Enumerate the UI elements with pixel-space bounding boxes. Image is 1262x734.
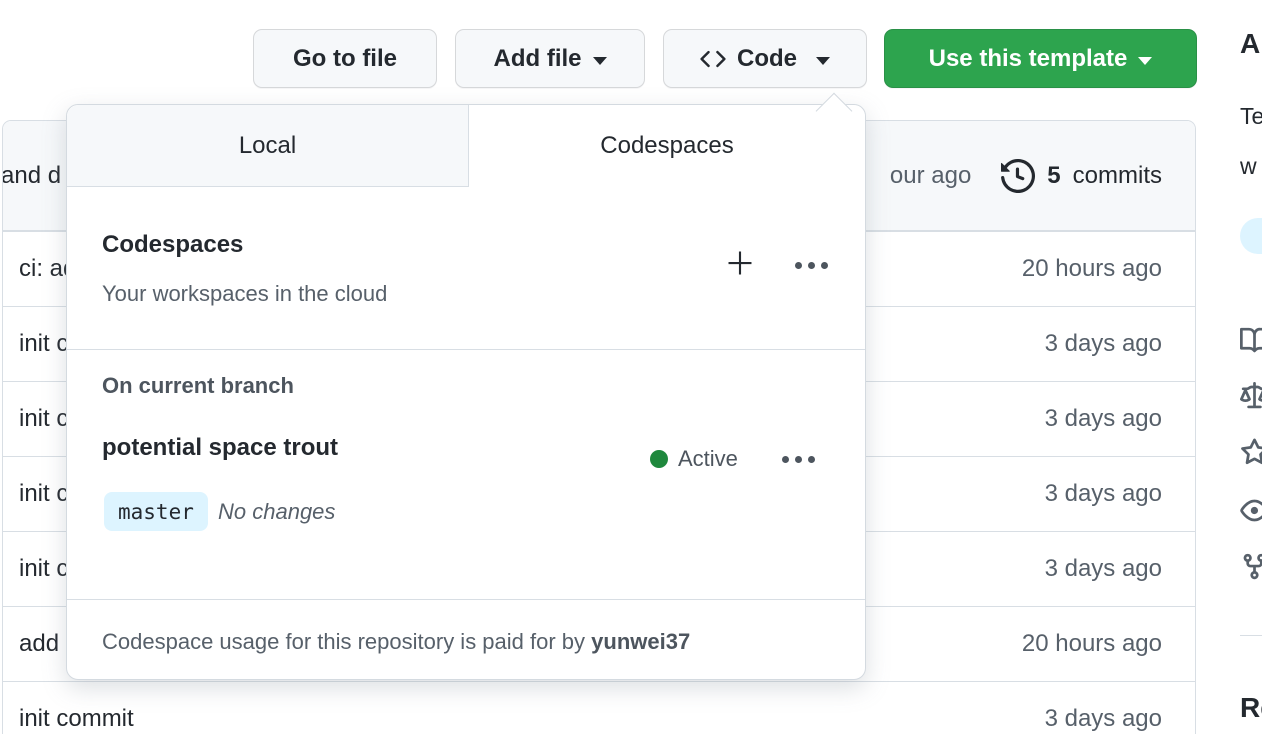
commit-time: 3 days ago bbox=[1044, 705, 1162, 732]
go-to-file-label: Go to file bbox=[293, 44, 397, 72]
plus-icon bbox=[723, 246, 757, 285]
go-to-file-button[interactable]: Go to file bbox=[253, 29, 437, 88]
active-status-dot-icon bbox=[650, 450, 668, 468]
commit-time: 20 hours ago bbox=[1021, 255, 1162, 282]
codespaces-section-title: Codespaces bbox=[102, 231, 244, 258]
about-heading: About bbox=[1240, 28, 1262, 59]
codespace-name[interactable]: potential space trout bbox=[102, 434, 338, 462]
codespace-status: Active bbox=[650, 446, 738, 472]
commit-time: 3 days ago bbox=[1044, 330, 1162, 357]
commit-count[interactable]: 5 bbox=[1047, 162, 1060, 190]
commit-time: 3 days ago bbox=[1044, 555, 1162, 582]
about-sidebar: About Te w Releases bbox=[1240, 0, 1262, 734]
topic-pill[interactable] bbox=[1240, 218, 1262, 254]
commit-time: 20 hours ago bbox=[1021, 630, 1162, 657]
code-label: Code bbox=[737, 44, 797, 72]
new-codespace-button[interactable] bbox=[722, 247, 758, 283]
license-icon[interactable] bbox=[1240, 382, 1262, 416]
status-label: Active bbox=[678, 446, 738, 471]
codespaces-options-button[interactable] bbox=[795, 262, 828, 269]
code-dropdown: Local Codespaces Codespaces Your workspa… bbox=[66, 104, 866, 680]
history-icon bbox=[1001, 158, 1036, 193]
branch-badge[interactable]: master bbox=[104, 492, 208, 531]
commits-label[interactable]: commits bbox=[1073, 162, 1162, 190]
code-icon bbox=[700, 46, 726, 72]
chevron-down-icon bbox=[592, 56, 607, 65]
on-current-branch-heading: On current branch bbox=[102, 373, 294, 398]
tab-local[interactable]: Local bbox=[67, 105, 469, 187]
repo-description-line: Te bbox=[1240, 103, 1262, 129]
tab-local-label: Local bbox=[238, 131, 297, 159]
add-file-button[interactable]: Add file bbox=[455, 29, 645, 88]
codespace-options-button[interactable] bbox=[782, 456, 815, 463]
commit-message-link[interactable]: init c bbox=[19, 330, 68, 358]
readme-icon[interactable] bbox=[1240, 326, 1262, 360]
chevron-down-icon bbox=[816, 56, 830, 65]
releases-heading: Releases bbox=[1240, 692, 1262, 723]
tab-codespaces[interactable]: Codespaces bbox=[469, 105, 865, 187]
commit-time: 3 days ago bbox=[1044, 405, 1162, 432]
owner-name: yunwei37 bbox=[591, 629, 691, 654]
footer-divider bbox=[67, 599, 865, 600]
latest-commit-message[interactable]: and d bbox=[3, 162, 61, 190]
fork-icon[interactable] bbox=[1240, 552, 1262, 586]
commit-time: 3 days ago bbox=[1044, 480, 1162, 507]
section-divider bbox=[67, 349, 865, 350]
repo-description-line: w bbox=[1240, 153, 1257, 179]
commit-message-link[interactable]: add bbox=[19, 630, 59, 658]
commit-message-link[interactable]: init c bbox=[19, 555, 68, 583]
use-this-template-label: Use this template bbox=[928, 44, 1128, 72]
table-row[interactable]: init commit 3 days ago bbox=[3, 681, 1195, 734]
changes-note: No changes bbox=[218, 499, 336, 524]
star-icon[interactable] bbox=[1240, 438, 1262, 472]
codespace-usage-note: Codespace usage for this repository is p… bbox=[102, 629, 690, 655]
add-file-label: Add file bbox=[493, 44, 582, 72]
sidebar-divider bbox=[1240, 635, 1262, 636]
codespaces-section-subtitle: Your workspaces in the cloud bbox=[102, 281, 388, 306]
eye-icon[interactable] bbox=[1240, 496, 1262, 530]
code-button[interactable]: Code bbox=[663, 29, 867, 88]
commit-message-link[interactable]: init c bbox=[19, 405, 68, 433]
latest-commit-time: our ago bbox=[889, 161, 972, 189]
commit-message-link[interactable]: init commit bbox=[19, 705, 134, 733]
code-dropdown-tabs: Local Codespaces bbox=[67, 105, 865, 187]
use-this-template-button[interactable]: Use this template bbox=[884, 29, 1197, 88]
commit-message-link[interactable]: init c bbox=[19, 480, 68, 508]
chevron-down-icon bbox=[1138, 56, 1153, 65]
usage-note-text: Codespace usage for this repository is p… bbox=[102, 629, 592, 654]
tab-codespaces-label: Codespaces bbox=[600, 132, 734, 159]
